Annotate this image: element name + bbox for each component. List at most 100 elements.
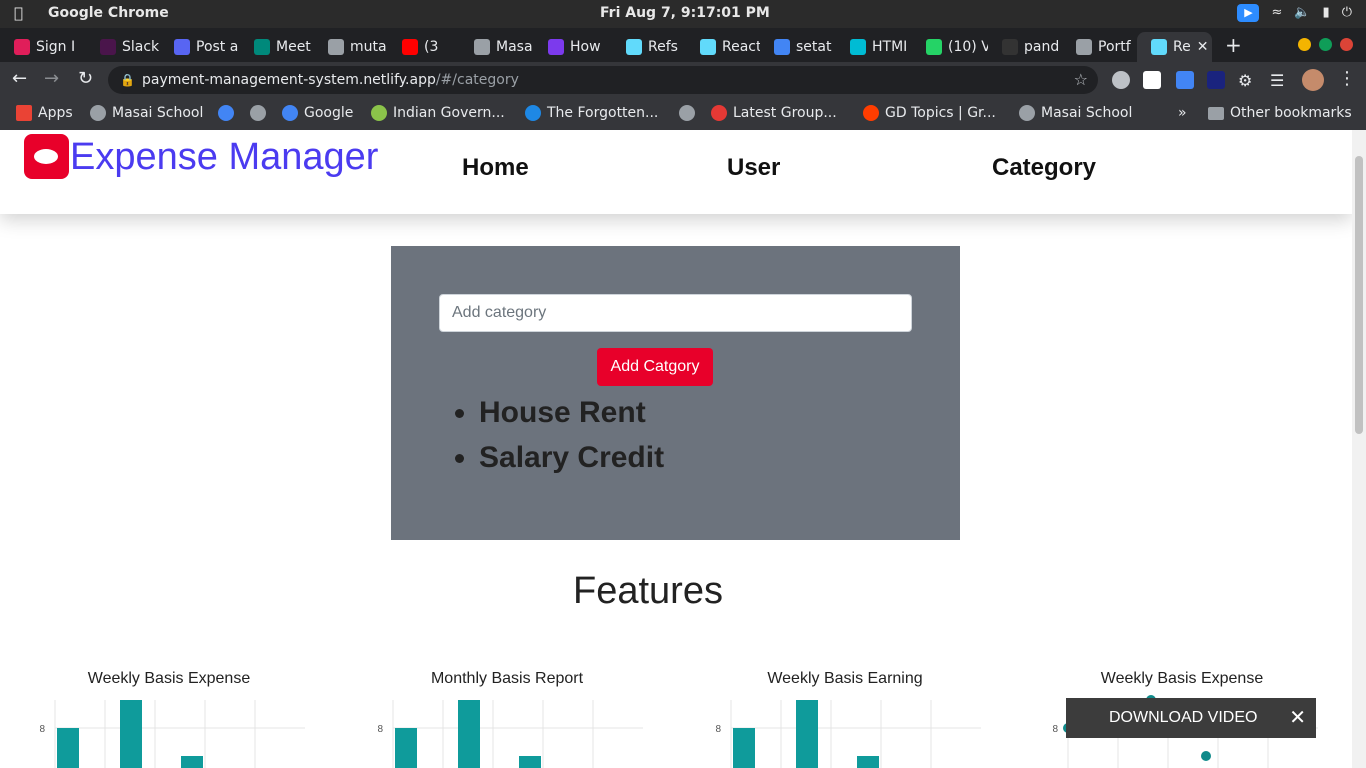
reload-icon[interactable]: ↻ [78, 68, 93, 89]
profile-avatar[interactable] [1302, 69, 1324, 91]
browser-tab[interactable]: (10) V [912, 32, 988, 62]
bookmark-item[interactable]: Google [282, 105, 353, 121]
extension-target-icon[interactable] [1112, 71, 1130, 89]
back-icon[interactable]: ← [12, 68, 27, 89]
volume-icon[interactable]: 🔈 [1294, 5, 1310, 22]
browser-tab[interactable]: pand [988, 32, 1062, 62]
features-heading: Features [573, 570, 723, 612]
bookmark-item[interactable] [679, 105, 695, 121]
category-input[interactable]: Add category [439, 294, 912, 332]
close-window-icon[interactable] [1340, 38, 1353, 51]
extension-translate-icon[interactable] [1176, 71, 1194, 89]
browser-tab[interactable]: Refs [612, 32, 686, 62]
zoom-icon[interactable]: ▶ [1237, 4, 1260, 22]
page-scrollbar[interactable] [1352, 130, 1366, 768]
chrome-menu-icon[interactable]: ⋮ [1338, 68, 1356, 89]
address-bar[interactable]: 🔒 payment-management-system.netlify.app/… [108, 66, 1098, 94]
tab-label: Slack [122, 39, 160, 55]
wifi-icon[interactable]: ≈ [1271, 5, 1282, 22]
chart-bar [857, 756, 879, 768]
browser-tab[interactable]: Meet [240, 32, 314, 62]
chart-bar [120, 700, 142, 768]
other-bookmarks-label: Other bookmarks [1230, 105, 1352, 121]
tab-label: Masa [496, 39, 533, 55]
tab-favicon-icon [626, 39, 642, 55]
add-category-button[interactable]: Add Catgory [597, 348, 713, 386]
chart-monthly-report: Monthly Basis Report 8 [357, 670, 657, 768]
battery-icon[interactable]: ▮ [1323, 5, 1330, 22]
scrollbar-thumb[interactable] [1355, 156, 1363, 434]
bookmark-label: Masai School [1041, 105, 1133, 121]
bookmark-item[interactable]: The Forgotten... [525, 105, 658, 121]
bookmark-label: GD Topics | Gr... [885, 105, 996, 121]
tab-label: React [722, 39, 760, 55]
browser-tab[interactable]: Slack [86, 32, 160, 62]
chart-bar [181, 756, 203, 768]
tab-favicon-icon [548, 39, 564, 55]
browser-tab[interactable]: Masa [460, 32, 534, 62]
bookmark-item[interactable] [250, 105, 266, 121]
close-tab-icon[interactable]: ✕ [1197, 39, 1212, 55]
minimize-icon[interactable] [1298, 38, 1311, 51]
tab-favicon-icon [1002, 39, 1018, 55]
bookmark-item[interactable]: Masai School [90, 105, 203, 121]
bookmark-star-icon[interactable]: ☆ [1074, 66, 1088, 94]
tab-label: Meet [276, 39, 311, 55]
close-icon[interactable]: ✕ [1289, 698, 1306, 738]
bookmark-item[interactable]: Indian Govern... [371, 105, 505, 121]
browser-tab[interactable]: HTMI [836, 32, 912, 62]
browser-tab[interactable]: Post a [160, 32, 240, 62]
extensions-puzzle-icon[interactable]: ⚙ [1238, 71, 1256, 90]
bookmark-item[interactable]: Masai School [1019, 105, 1132, 121]
forward-icon[interactable]: → [44, 68, 59, 89]
chart-plot: 8 [39, 700, 305, 768]
other-bookmarks[interactable]: Other bookmarks [1208, 105, 1352, 121]
y-tick-label: 8 [715, 724, 721, 735]
browser-tab[interactable]: Sign I [0, 32, 86, 62]
browser-tab[interactable]: Re ✕ [1137, 32, 1212, 62]
list-item: House Rent [479, 390, 664, 435]
bookmark-item[interactable] [218, 105, 234, 121]
active-app-name[interactable]: Google Chrome [48, 5, 169, 21]
tab-label: muta [350, 39, 387, 55]
browser-tab[interactable]: muta [314, 32, 388, 62]
bookmark-favicon-icon [16, 105, 32, 121]
browser-tab[interactable]: Portf [1062, 32, 1137, 62]
maximize-icon[interactable] [1319, 38, 1332, 51]
power-icon[interactable]: ⏻ [1342, 5, 1352, 22]
nav-home[interactable]: Home [462, 154, 529, 182]
download-video-label[interactable]: DOWNLOAD VIDEO [1109, 709, 1257, 726]
download-video-bar[interactable]: DOWNLOAD VIDEO ✕ [1066, 698, 1316, 738]
lock-icon[interactable]: 🔒 [120, 66, 135, 94]
browser-tab[interactable]: React [686, 32, 760, 62]
new-tab-icon[interactable]: + [1225, 33, 1242, 57]
tab-favicon-icon [328, 39, 344, 55]
browser-tab[interactable]: setat [760, 32, 836, 62]
browser-tab[interactable]: (3 [388, 32, 460, 62]
system-clock[interactable]: Fri Aug 7, 9:17:01 PM [600, 5, 770, 21]
media-control-icon[interactable]: ☰ [1270, 71, 1288, 90]
category-list: House Rent Salary Credit [439, 390, 664, 480]
chart-point [1201, 751, 1211, 761]
brand-title[interactable]: Expense Manager [70, 136, 378, 179]
tab-favicon-icon [926, 39, 942, 55]
browser-toolbar: ← → ↻ 🔒 payment-management-system.netlif… [0, 62, 1366, 98]
piggy-bank-icon[interactable] [24, 134, 69, 179]
nav-user[interactable]: User [727, 154, 780, 182]
extension-dark-icon[interactable] [1207, 71, 1225, 89]
url-host: payment-management-system.netlify.app [142, 72, 436, 88]
bookmark-item[interactable]: GD Topics | Gr... [863, 105, 996, 121]
bookmark-item[interactable]: Latest Group... [711, 105, 837, 121]
os-menubar:  Google Chrome Fri Aug 7, 9:17:01 PM ▶ … [0, 0, 1366, 28]
browser-tab[interactable]: How [534, 32, 612, 62]
chart-plot: 8 [715, 700, 981, 768]
nav-category[interactable]: Category [992, 154, 1096, 182]
bookmark-favicon-icon [90, 105, 106, 121]
tab-favicon-icon [474, 39, 490, 55]
apple-icon[interactable]:  [14, 4, 23, 22]
tab-label: HTMI [872, 39, 908, 55]
bookmarks-overflow-icon[interactable]: » [1178, 105, 1187, 121]
bookmark-item[interactable]: Apps [16, 105, 73, 121]
tab-favicon-icon [254, 39, 270, 55]
extension-n-icon[interactable] [1143, 71, 1161, 89]
